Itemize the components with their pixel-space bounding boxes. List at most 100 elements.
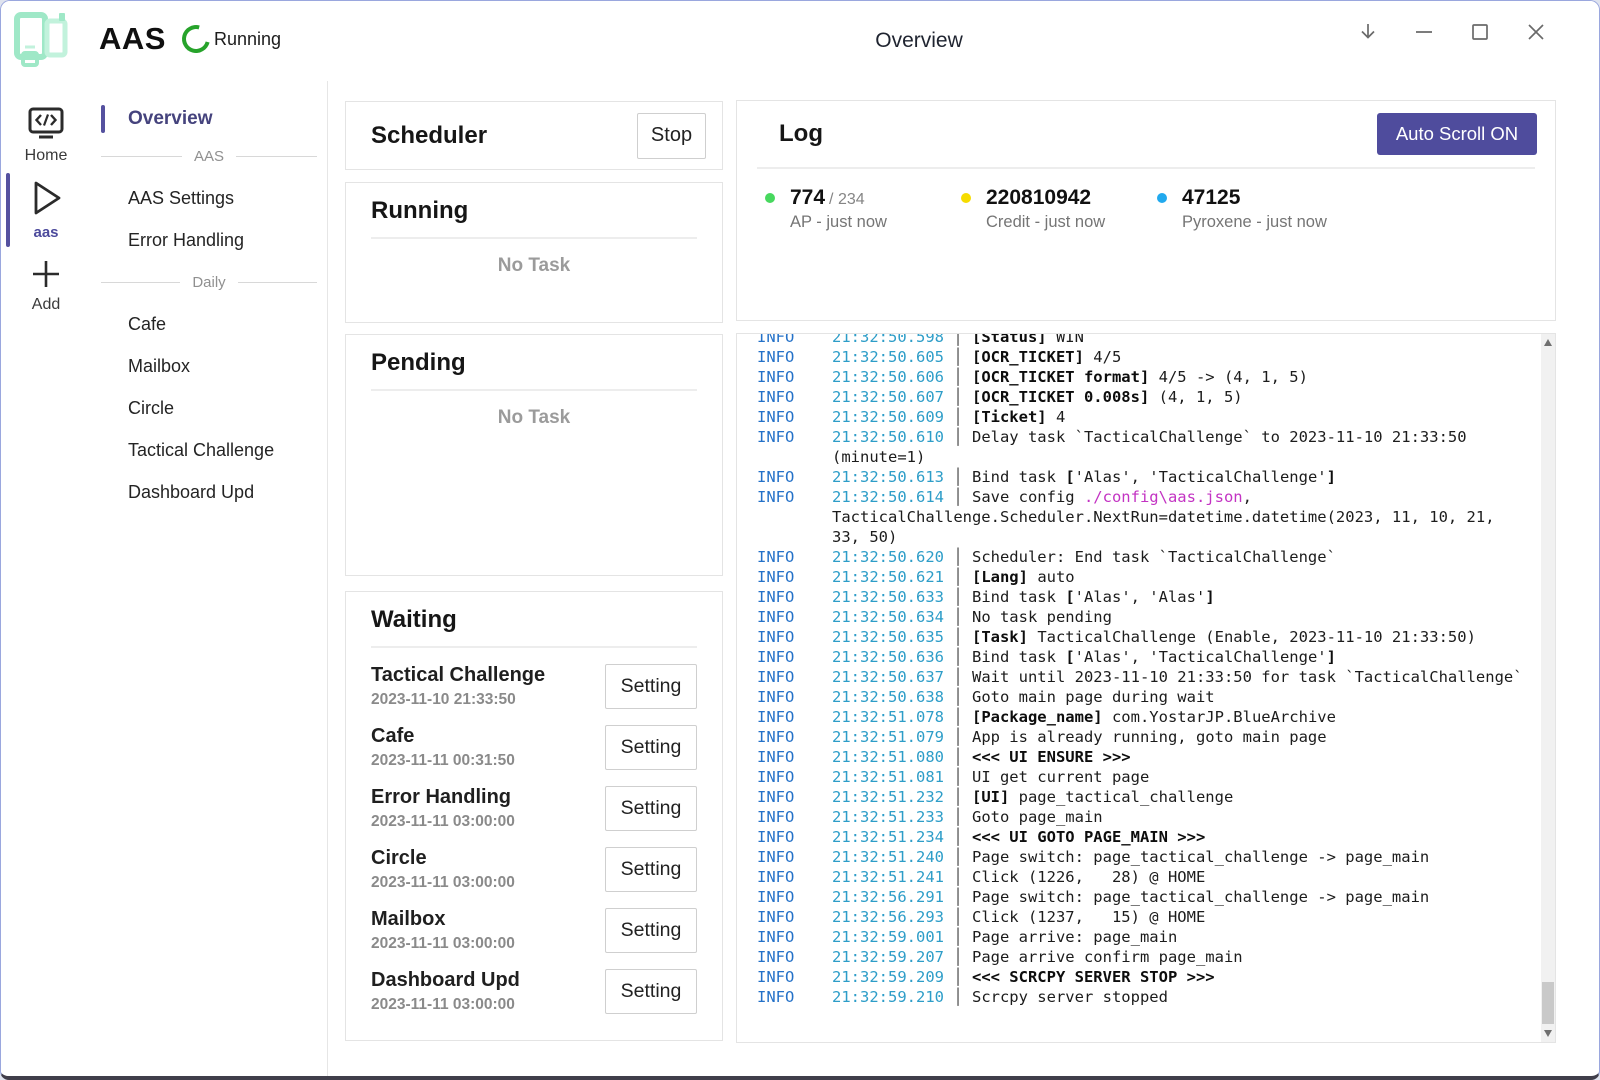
log-message: 21:32:50.635 │ [Task] TacticalChallenge … — [832, 627, 1525, 647]
log-separator: │ — [944, 788, 972, 806]
log-level: INFO — [757, 967, 832, 987]
log-message: 21:32:50.598 │ [Status] WIN — [832, 333, 1525, 347]
log-message: 21:32:51.078 │ [Package_name] com.Yostar… — [832, 707, 1525, 727]
log-level: INFO — [757, 387, 832, 407]
log-entry: INFO21:32:50.637 │ Wait until 2023-11-10… — [737, 667, 1555, 687]
log-message: 21:32:50.633 │ Bind task ['Alas', 'Alas'… — [832, 587, 1525, 607]
log-level: INFO — [757, 767, 832, 787]
log-scrollbar[interactable] — [1541, 334, 1555, 1042]
log-entry: INFO21:32:50.614 │ Save config ./config\… — [737, 487, 1555, 547]
log-message: 21:32:51.080 │ <<< UI ENSURE >>> — [832, 747, 1525, 767]
setting-button-cafe[interactable]: Setting — [605, 725, 697, 770]
rail-selection-bar — [6, 173, 10, 247]
brand: AAS Running — [13, 9, 281, 69]
log-segment: (4, 1, 5) — [1149, 388, 1242, 406]
hide-to-tray-button[interactable] — [1357, 21, 1379, 43]
log-separator: │ — [944, 688, 972, 706]
log-separator: │ — [944, 368, 972, 386]
log-entry: INFO21:32:50.610 │ Delay task `TacticalC… — [737, 427, 1555, 467]
log-view-card[interactable]: INFO21:32:50.598 │ [Status] WININFO21:32… — [736, 333, 1556, 1043]
log-timestamp: 21:32:50.605 — [832, 348, 944, 366]
stat-dot-icon — [765, 193, 775, 203]
log-separator: │ — [944, 808, 972, 826]
sidebar-item-dashboard-upd[interactable]: Dashboard Upd — [91, 471, 327, 513]
log-segment: ] — [1327, 468, 1336, 486]
log-message: 21:32:50.605 │ [OCR_TICKET] 4/5 — [832, 347, 1525, 367]
sidebar-item-mailbox[interactable]: Mailbox — [91, 345, 327, 387]
log-message: 21:32:51.233 │ Goto page_main — [832, 807, 1525, 827]
minimize-button[interactable] — [1413, 21, 1435, 43]
waiting-task-name: Cafe — [371, 725, 515, 748]
setting-button-tactical-challenge[interactable]: Setting — [605, 664, 697, 709]
log-segment: <<< UI GOTO PAGE_MAIN >>> — [972, 828, 1205, 846]
log-level: INFO — [757, 887, 832, 907]
stat-text: 47125Pyroxene - just now — [1182, 186, 1327, 232]
sidebar-item-aas-settings[interactable]: AAS Settings — [91, 177, 327, 219]
log-timestamp: 21:32:50.610 — [832, 428, 944, 446]
app-window: AAS Running Overview — [0, 0, 1600, 1080]
setting-button-dashboard-upd[interactable]: Setting — [605, 969, 697, 1014]
maximize-button[interactable] — [1469, 21, 1491, 43]
rail-item-add[interactable]: Add — [1, 257, 91, 314]
divider-line — [101, 156, 182, 157]
waiting-task-next-run: 2023-11-11 00:31:50 — [371, 752, 515, 770]
sidebar-item-error-handling[interactable]: Error Handling — [91, 219, 327, 261]
waiting-task-next-run: 2023-11-11 03:00:00 — [371, 996, 520, 1014]
stat-text: 774/ 234AP - just now — [790, 186, 887, 232]
log-level: INFO — [757, 847, 832, 867]
sidebar-item-circle[interactable]: Circle — [91, 387, 327, 429]
log-timestamp: 21:32:50.621 — [832, 568, 944, 586]
log-message: 21:32:56.291 │ Page switch: page_tactica… — [832, 887, 1525, 907]
scrollbar-up-icon[interactable] — [1544, 339, 1552, 346]
sidebar-overview-label: Overview — [128, 108, 213, 130]
scrollbar-thumb[interactable] — [1542, 982, 1554, 1024]
log-segment: [Status] — [972, 333, 1047, 346]
app-logo-icon — [13, 9, 77, 69]
log-separator: │ — [944, 608, 972, 626]
setting-button-mailbox[interactable]: Setting — [605, 908, 697, 953]
waiting-row-tactical-challenge: Tactical Challenge2023-11-10 21:33:50Set… — [346, 656, 722, 717]
log-timestamp: 21:32:59.001 — [832, 928, 944, 946]
rail-item-home[interactable]: Home — [1, 106, 91, 165]
log-level: INFO — [757, 487, 832, 547]
sidebar-item-tactical-challenge[interactable]: Tactical Challenge — [91, 429, 327, 471]
log-timestamp: 21:32:50.609 — [832, 408, 944, 426]
log-segment: Page switch: page_tactical_challenge -> … — [972, 848, 1429, 866]
log-separator: │ — [944, 768, 972, 786]
log-separator: │ — [944, 668, 972, 686]
log-segment: page_tactical_challenge — [1009, 788, 1233, 806]
log-entry: INFO21:32:59.209 │ <<< SCRCPY SERVER STO… — [737, 967, 1555, 987]
setting-button-error-handling[interactable]: Setting — [605, 786, 697, 831]
setting-button-circle[interactable]: Setting — [605, 847, 697, 892]
rail-item-aas[interactable]: aas — [1, 177, 91, 241]
waiting-row-mailbox: Mailbox2023-11-11 03:00:00Setting — [346, 900, 722, 961]
log-message: 21:32:59.209 │ <<< SCRCPY SERVER STOP >>… — [832, 967, 1525, 987]
log-segment: Page arrive confirm page_main — [972, 948, 1243, 966]
log-segment: [Task] — [972, 628, 1028, 646]
log-separator: │ — [944, 568, 972, 586]
log-timestamp: 21:32:51.240 — [832, 848, 944, 866]
log-entry: INFO21:32:59.001 │ Page arrive: page_mai… — [737, 927, 1555, 947]
log-timestamp: 21:32:59.209 — [832, 968, 944, 986]
waiting-title: Waiting — [371, 606, 722, 634]
log-timestamp: 21:32:51.241 — [832, 868, 944, 886]
log-segment: Click (1237, 15) @ HOME — [972, 908, 1205, 926]
scrollbar-down-icon[interactable] — [1544, 1030, 1552, 1037]
auto-scroll-button[interactable]: Auto Scroll ON — [1377, 113, 1537, 155]
log-message: 21:32:50.614 │ Save config ./config\aas.… — [832, 487, 1525, 547]
log-entry: INFO21:32:50.634 │ No task pending — [737, 607, 1555, 627]
log-separator: │ — [944, 868, 972, 886]
stop-button[interactable]: Stop — [637, 113, 706, 159]
log-segment: Page arrive: page_main — [972, 928, 1177, 946]
waiting-task-next-run: 2023-11-11 03:00:00 — [371, 813, 515, 831]
log-segment: com.YostarJP.BlueArchive — [1103, 708, 1336, 726]
log-message: 21:32:51.240 │ Page switch: page_tactica… — [832, 847, 1525, 867]
stat-credit: 220810942Credit - just now — [961, 186, 1157, 232]
log-level: INFO — [757, 827, 832, 847]
log-entry: INFO21:32:51.240 │ Page switch: page_tac… — [737, 847, 1555, 867]
sidebar-item-cafe[interactable]: Cafe — [91, 303, 327, 345]
log-segment: 4 — [1047, 408, 1066, 426]
log-timestamp: 21:32:50.636 — [832, 648, 944, 666]
close-button[interactable] — [1525, 21, 1547, 43]
sidebar-item-overview[interactable]: Overview — [91, 103, 327, 135]
